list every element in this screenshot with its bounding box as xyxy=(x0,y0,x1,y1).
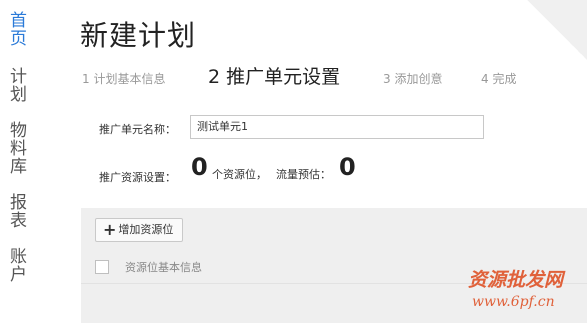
step-basic-info: 1 计划基本信息 xyxy=(82,72,166,86)
sidebar-item-reports[interactable]: 报表 xyxy=(10,194,32,230)
plus-icon: + xyxy=(103,220,117,239)
step-unit-settings: 2 推广单元设置 xyxy=(208,66,341,88)
traffic-estimate-label: 流量预估： xyxy=(276,168,331,181)
unit-name-input[interactable]: 测试单元1 xyxy=(190,115,484,139)
corner-decoration xyxy=(527,0,587,60)
resource-count: 0 xyxy=(191,153,208,181)
select-all-checkbox[interactable] xyxy=(95,260,109,274)
add-resource-button-label: 增加资源位 xyxy=(118,223,174,236)
resource-unit-text: 个资源位， xyxy=(212,168,267,181)
sidebar-item-account[interactable]: 账户 xyxy=(10,248,32,284)
watermark-url: www.6pf.cn xyxy=(472,294,555,310)
add-resource-button[interactable]: + 增加资源位 xyxy=(95,218,184,242)
column-header-basic-info: 资源位基本信息 xyxy=(125,261,202,274)
sidebar-item-home[interactable]: 首页 xyxy=(10,12,32,48)
step-complete: 4 完成 xyxy=(481,72,517,86)
sidebar: 首页 计划 物料库 报表 账户 xyxy=(0,0,60,323)
traffic-estimate-value: 0 xyxy=(339,153,356,181)
watermark-logo-text: 资源批发网 xyxy=(468,269,564,291)
sidebar-item-material-library[interactable]: 物料库 xyxy=(10,122,32,176)
resource-settings-label: 推广资源设置： xyxy=(99,171,176,184)
step-add-creative: 3 添加创意 xyxy=(383,72,443,86)
sidebar-item-plan[interactable]: 计划 xyxy=(10,68,32,104)
page-title: 新建计划 xyxy=(80,19,197,52)
unit-name-label: 推广单元名称： xyxy=(99,123,176,136)
